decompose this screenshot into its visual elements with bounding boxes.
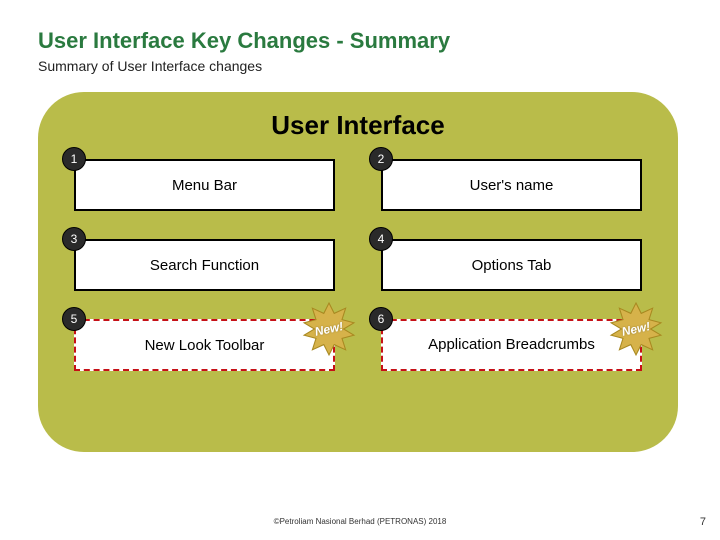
new-badge: New! — [303, 303, 355, 355]
item-menu-bar: 1 Menu Bar — [74, 159, 335, 211]
item-users-name: 2 User's name — [381, 159, 642, 211]
slide-title: User Interface Key Changes - Summary — [38, 28, 682, 54]
item-box: Menu Bar — [74, 159, 335, 211]
item-box: New Look Toolbar — [74, 319, 335, 371]
slide-subtitle: Summary of User Interface changes — [38, 58, 682, 74]
item-search-function: 3 Search Function — [74, 239, 335, 291]
item-box: Options Tab — [381, 239, 642, 291]
item-number: 1 — [62, 147, 86, 171]
item-box: User's name — [381, 159, 642, 211]
item-number: 6 — [369, 307, 393, 331]
new-badge-text: New! — [298, 298, 360, 360]
item-label: Search Function — [150, 257, 259, 274]
slide: User Interface Key Changes - Summary Sum… — [0, 0, 720, 452]
new-badge-text: New! — [605, 298, 667, 360]
item-label: Options Tab — [472, 257, 552, 274]
item-box: Application Breadcrumbs — [381, 319, 642, 371]
item-label: Application Breadcrumbs — [428, 336, 595, 355]
item-label: New Look Toolbar — [145, 337, 265, 354]
item-label: Menu Bar — [172, 177, 237, 194]
title-suffix: Summary — [350, 28, 450, 53]
new-badge: New! — [610, 303, 662, 355]
page-number: 7 — [700, 516, 706, 528]
item-new-look-toolbar: 5 New Look Toolbar New! — [74, 319, 335, 371]
item-options-tab: 4 Options Tab — [381, 239, 642, 291]
item-box: Search Function — [74, 239, 335, 291]
item-number: 5 — [62, 307, 86, 331]
item-label: User's name — [470, 177, 554, 194]
item-number: 2 — [369, 147, 393, 171]
content-panel: User Interface 1 Menu Bar 2 User's name … — [38, 92, 678, 452]
title-prefix: User Interface Key Changes - — [38, 28, 350, 53]
panel-title: User Interface — [64, 110, 652, 141]
item-application-breadcrumbs: 6 Application Breadcrumbs New! — [381, 319, 642, 371]
item-number: 3 — [62, 227, 86, 251]
item-number: 4 — [369, 227, 393, 251]
items-grid: 1 Menu Bar 2 User's name 3 Search Functi… — [64, 159, 652, 371]
copyright-footer: ©Petroliam Nasional Berhad (PETRONAS) 20… — [0, 517, 720, 526]
